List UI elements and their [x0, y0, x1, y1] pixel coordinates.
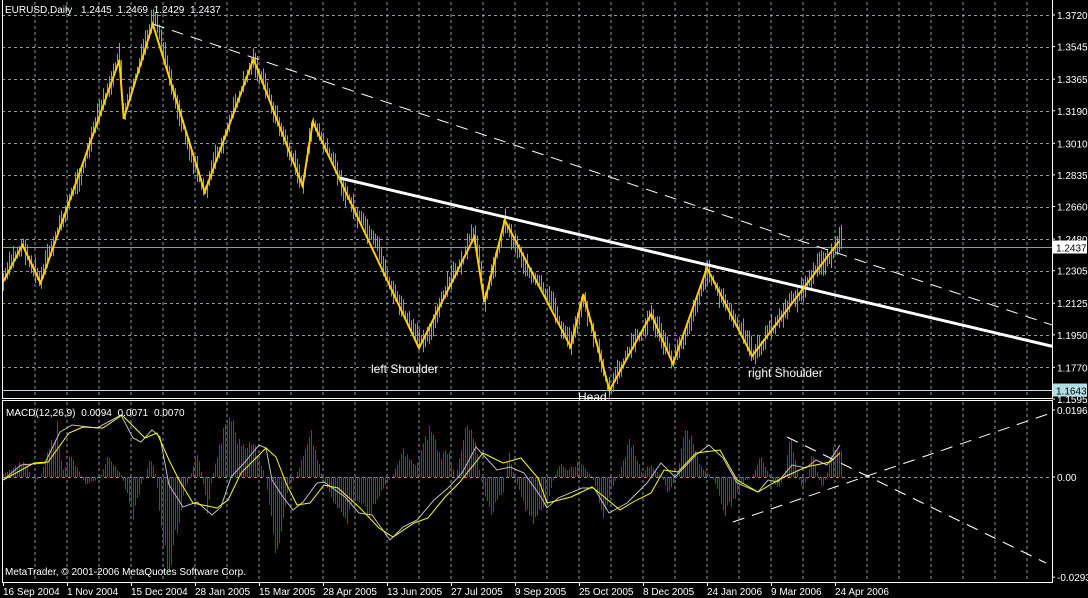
macd-histogram-value: 0.0070: [154, 408, 185, 419]
price-tick-label: 1.1770: [1057, 363, 1088, 374]
macd-tick-label: 0.0196: [1057, 406, 1088, 417]
macd-main-value: 0.0094: [81, 408, 112, 419]
metatrader-chart-window: EURUSD,Daily 1.2445 1.2469 1.2429 1.2437…: [0, 0, 1088, 598]
main-panel-frame: [2, 0, 1053, 399]
date-tick-label: 28 Jan 2005: [195, 587, 250, 598]
macd-label: MACD(12,26,9): [6, 408, 75, 419]
date-tick-label: 8 Dec 2005: [643, 587, 695, 598]
macd-trendline-falling[interactable]: [786, 436, 1047, 564]
date-tick-label: 25 Oct 2005: [579, 587, 634, 598]
date-tick-label: 28 Apr 2005: [323, 587, 377, 598]
high-value: 1.2469: [117, 5, 148, 16]
date-tick-label: 15 Mar 2005: [259, 587, 316, 598]
left-shoulder-label[interactable]: left Shoulder: [371, 362, 438, 376]
price-tick-label: 1.3720: [1057, 11, 1088, 22]
right-shoulder-label[interactable]: right Shoulder: [748, 366, 823, 380]
date-tick-label: 1 Nov 2004: [67, 587, 119, 598]
date-tick-label: 27 Jul 2005: [451, 587, 503, 598]
resistance-trendline-dashed[interactable]: [152, 23, 1053, 326]
date-axis[interactable]: 16 Sep 2004 1 Nov 2004 15 Dec 2004 28 Jan 2…: [3, 582, 889, 598]
macd-axis[interactable]: 0.0196 0.00 -0.0293: [1052, 406, 1088, 584]
current-price-label: 1.2437: [1056, 244, 1087, 255]
chart-canvas[interactable]: EURUSD,Daily 1.2445 1.2469 1.2429 1.2437…: [0, 0, 1088, 598]
macd-signal-value: 0.0071: [118, 408, 149, 419]
head-label[interactable]: Head: [578, 390, 607, 404]
macd-title: MACD(12,26,9) 0.0094 0.0071 0.0070: [6, 408, 185, 419]
macd-tick-label: -0.0293: [1057, 573, 1088, 584]
price-tick-label: 1.3010: [1057, 139, 1088, 150]
macd-indicator: [2, 412, 1052, 572]
price-axis[interactable]: 1.3720 1.3545 1.3365 1.3190 1.3010 1.2835 1.26…: [1052, 11, 1088, 406]
date-tick-label: 9 Sep 2005: [515, 587, 567, 598]
price-tick-label: 1.3365: [1057, 75, 1088, 86]
macd-trendline-rising[interactable]: [732, 412, 1052, 523]
price-tick-label: 1.2305: [1057, 267, 1088, 278]
open-value: 1.2445: [81, 5, 112, 16]
chart-title: EURUSD,Daily 1.2445 1.2469 1.2429 1.2437: [5, 5, 221, 16]
price-tick-label: 1.2125: [1057, 299, 1088, 310]
trendlines[interactable]: [152, 23, 1053, 348]
low-value: 1.2429: [154, 5, 185, 16]
date-tick-label: 24 Jan 2006: [707, 587, 762, 598]
symbol-timeframe: EURUSD,Daily: [5, 5, 72, 16]
macd-tick-label: 0.00: [1057, 473, 1077, 484]
date-tick-label: 13 Jun 2005: [387, 587, 442, 598]
price-tick-label: 1.3545: [1057, 43, 1088, 54]
close-value: 1.2437: [190, 5, 221, 16]
neckline-trendline[interactable]: [339, 176, 1053, 348]
price-tick-label: 1.2660: [1057, 203, 1088, 214]
date-tick-label: 16 Sep 2004: [3, 587, 60, 598]
marked-level-label: 1.1643: [1056, 387, 1087, 398]
date-tick-label: 24 Apr 2006: [835, 587, 889, 598]
date-tick-label: 9 Mar 2006: [771, 587, 822, 598]
copyright-text: MetaTrader, © 2001-2006 MetaQuotes Softw…: [5, 567, 246, 578]
price-tick-label: 1.3190: [1057, 107, 1088, 118]
price-tick-label: 1.1950: [1057, 331, 1088, 342]
date-tick-label: 15 Dec 2004: [131, 587, 188, 598]
price-tick-label: 1.2835: [1057, 171, 1088, 182]
